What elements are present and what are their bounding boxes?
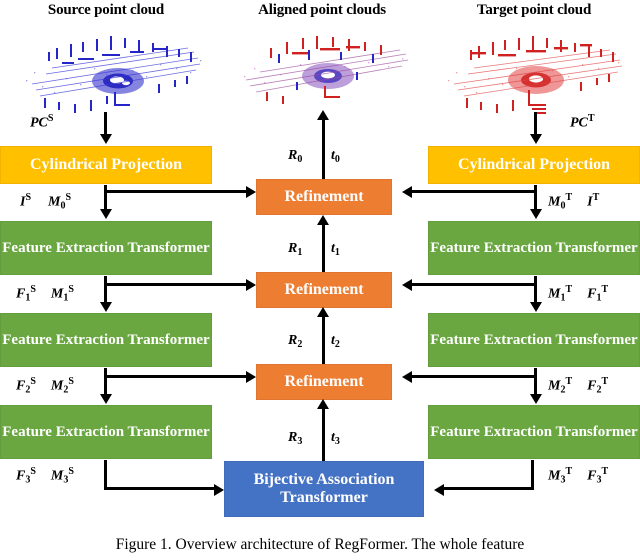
- target-feature-extraction-transformer-1[interactable]: Feature Extraction Transformer: [428, 221, 640, 275]
- source-level3-to-bijective-line: [104, 487, 214, 490]
- source-column-title: Source point cloud: [47, 2, 165, 18]
- pc-source-label: PCS: [30, 113, 54, 131]
- target-feature-extraction-transformer-2[interactable]: Feature Extraction Transformer: [428, 313, 640, 367]
- source-fet2-to-fet3-line: [104, 368, 107, 396]
- source-fet2-to-fet3-arrowhead: [99, 394, 112, 404]
- refinement-box-2[interactable]: Refinement: [256, 364, 392, 400]
- source-level2-to-refinement2-arrowhead: [246, 370, 256, 383]
- target-fet1-to-fet2-arrowhead: [529, 302, 542, 312]
- target-fet1-to-fet2-line: [534, 276, 537, 304]
- target-to-projection-arrowhead: [529, 134, 542, 144]
- source-level3-to-bijective-arrowhead: [214, 483, 224, 496]
- target-level2-to-refinement2-arrowhead: [402, 370, 412, 383]
- source-point-cloud-image: [18, 24, 208, 116]
- source-level1-to-refinement1-line: [104, 283, 246, 286]
- refinement2-to-refinement1-line: [322, 314, 325, 364]
- target-level2-to-refinement2-line: [412, 375, 537, 378]
- target-cylindrical-projection-box[interactable]: Cylindrical Projection: [428, 146, 640, 184]
- target-feature-extraction-transformer-3[interactable]: Feature Extraction Transformer: [428, 405, 640, 459]
- target-projection-to-fet1-line: [534, 185, 537, 211]
- bijective-to-refinement2-line: [322, 406, 325, 461]
- aligned-column-title: Aligned point clouds: [258, 2, 386, 18]
- source-projection-to-fet1-arrowhead: [99, 209, 112, 219]
- target-point-cloud-image: [442, 24, 632, 116]
- target-level1-to-refinement1-arrowhead: [402, 278, 412, 291]
- source-feature-extraction-transformer-1[interactable]: Feature Extraction Transformer: [0, 221, 212, 275]
- refinement0-to-aligned-line: [322, 116, 325, 179]
- source-level0-to-refinement0-arrowhead: [246, 185, 256, 198]
- target-level3-to-bijective-line: [444, 487, 534, 490]
- target-fet2-to-fet3-line: [534, 368, 537, 396]
- source-feature-extraction-transformer-2[interactable]: Feature Extraction Transformer: [0, 313, 212, 367]
- R3-label: R3: [288, 430, 303, 447]
- refinement2-to-refinement1-arrowhead: [317, 307, 329, 317]
- source-projection-to-fet1-line: [104, 185, 107, 211]
- source-level1-feature-label: F1S M1S: [16, 284, 74, 304]
- R2-label: R2: [288, 333, 303, 350]
- source-to-projection-arrowhead: [99, 134, 112, 144]
- t3-label: t3: [331, 430, 340, 447]
- target-level1-feature-label: M1T F1T: [548, 284, 609, 304]
- target-level3-to-bijective-arrowhead: [434, 483, 444, 496]
- refinement-box-1[interactable]: Refinement: [256, 272, 392, 308]
- t1-label: t1: [331, 241, 340, 258]
- target-projection-to-fet1-arrowhead: [529, 209, 542, 219]
- t2-label: t2: [331, 333, 340, 350]
- source-fet1-to-fet2-arrowhead: [99, 302, 112, 312]
- target-fet2-to-fet3-arrowhead: [529, 394, 542, 404]
- refinement-box-0[interactable]: Refinement: [256, 179, 392, 215]
- target-level3-down-line: [531, 460, 534, 490]
- source-level2-feature-label: F2S M2S: [16, 376, 74, 396]
- t0-label: t0: [331, 148, 340, 165]
- source-feature-extraction-transformer-3[interactable]: Feature Extraction Transformer: [0, 405, 212, 459]
- source-level1-to-refinement1-arrowhead: [246, 278, 256, 291]
- target-level3-feature-label: M3T F3T: [548, 466, 609, 486]
- R1-label: R1: [288, 241, 303, 258]
- aligned-point-cloud-image: [236, 24, 416, 110]
- target-column-title: Target point cloud: [476, 2, 592, 18]
- refinement0-to-aligned-arrowhead: [317, 110, 329, 120]
- target-level2-feature-label: M2T F2T: [548, 376, 609, 396]
- R0-label: R0: [288, 148, 303, 165]
- bijective-to-refinement2-arrowhead: [317, 399, 329, 409]
- source-level0-feature-label: IS M0S: [20, 192, 72, 212]
- refinement1-to-refinement0-arrowhead: [317, 215, 329, 225]
- figure-caption: Figure 1. Overview architecture of RegFo…: [115, 536, 525, 553]
- pc-target-label: PCT: [570, 113, 595, 131]
- source-to-projection-line: [104, 112, 107, 136]
- source-level2-to-refinement2-line: [104, 375, 246, 378]
- target-level0-to-refinement0-line: [412, 190, 537, 193]
- source-level3-down-line: [104, 460, 107, 490]
- figure-canvas: Source point cloud Aligned point clouds …: [0, 0, 640, 560]
- source-level3-feature-label: F3S M3S: [16, 466, 74, 486]
- target-level1-to-refinement1-line: [412, 283, 537, 286]
- source-fet1-to-fet2-line: [104, 276, 107, 304]
- target-level0-to-refinement0-arrowhead: [402, 185, 412, 198]
- refinement1-to-refinement0-line: [322, 222, 325, 272]
- source-level0-to-refinement0-line: [104, 190, 246, 193]
- target-level0-feature-label: M0T IT: [548, 192, 600, 212]
- bijective-association-transformer-box[interactable]: Bijective Association Transformer: [224, 461, 424, 517]
- target-to-projection-line: [534, 112, 537, 136]
- source-cylindrical-projection-box[interactable]: Cylindrical Projection: [0, 146, 212, 184]
